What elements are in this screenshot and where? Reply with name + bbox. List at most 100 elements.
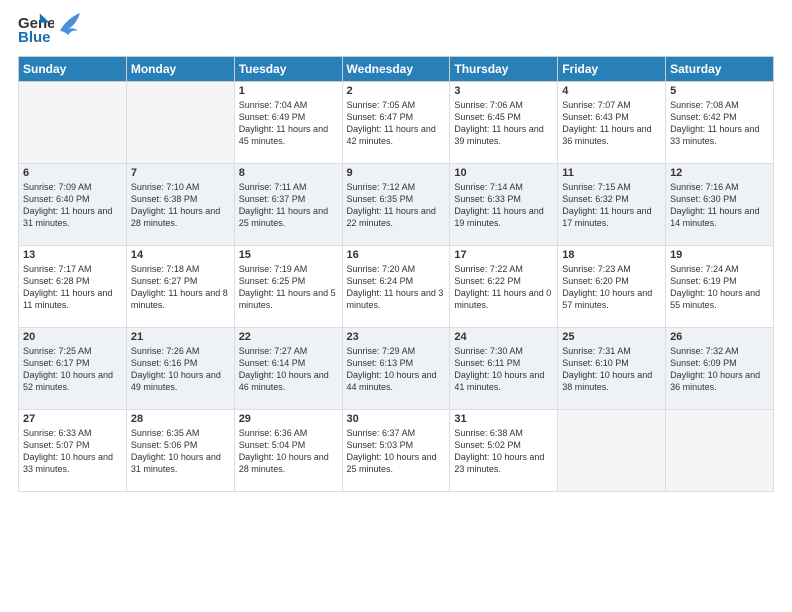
day-info: Sunrise: 7:07 AM Sunset: 6:43 PM Dayligh… [562, 99, 661, 148]
column-header-saturday: Saturday [666, 57, 774, 82]
day-info: Sunrise: 7:12 AM Sunset: 6:35 PM Dayligh… [347, 181, 446, 230]
day-info: Sunrise: 7:17 AM Sunset: 6:28 PM Dayligh… [23, 263, 122, 312]
calendar-wrapper: SundayMondayTuesdayWednesdayThursdayFrid… [0, 56, 792, 492]
calendar-day-cell: 31 Sunrise: 6:38 AM Sunset: 5:02 PM Dayli… [450, 410, 558, 492]
day-info: Sunrise: 7:30 AM Sunset: 6:11 PM Dayligh… [454, 345, 553, 394]
day-info: Sunrise: 7:27 AM Sunset: 6:14 PM Dayligh… [239, 345, 338, 394]
calendar-day-cell: 26 Sunrise: 7:32 AM Sunset: 6:09 PM Dayli… [666, 328, 774, 410]
column-header-tuesday: Tuesday [234, 57, 342, 82]
calendar-day-cell: 5 Sunrise: 7:08 AM Sunset: 6:42 PM Daylig… [666, 82, 774, 164]
day-number: 24 [454, 331, 553, 343]
day-info: Sunrise: 7:25 AM Sunset: 6:17 PM Dayligh… [23, 345, 122, 394]
calendar-day-cell: 23Sunrise: 7:29 AM Sunset: 6:13 PM Dayli… [342, 328, 450, 410]
day-number: 11 [562, 167, 661, 179]
day-info: Sunrise: 7:10 AM Sunset: 6:38 PM Dayligh… [131, 181, 230, 230]
calendar-day-cell: 17Sunrise: 7:22 AM Sunset: 6:22 PM Dayli… [450, 246, 558, 328]
calendar-day-cell [19, 82, 127, 164]
day-number: 5 [670, 85, 769, 97]
day-number: 19 [670, 249, 769, 261]
page: General Blue SundayMondayTuesdayWednesda… [0, 0, 792, 612]
calendar-day-cell [666, 410, 774, 492]
day-info: Sunrise: 7:14 AM Sunset: 6:33 PM Dayligh… [454, 181, 553, 230]
calendar-day-cell: 30 Sunrise: 6:37 AM Sunset: 5:03 PM Dayli… [342, 410, 450, 492]
calendar-day-cell: 3Sunrise: 7:06 AM Sunset: 6:45 PM Daylig… [450, 82, 558, 164]
day-info: Sunrise: 7:16 AM Sunset: 6:30 PM Dayligh… [670, 181, 769, 230]
day-number: 8 [239, 167, 338, 179]
calendar-day-cell: 2Sunrise: 7:05 AM Sunset: 6:47 PM Daylig… [342, 82, 450, 164]
calendar-day-cell: 24 Sunrise: 7:30 AM Sunset: 6:11 PM Dayli… [450, 328, 558, 410]
day-info: Sunrise: 7:29 AM Sunset: 6:13 PM Dayligh… [347, 345, 446, 394]
day-info: Sunrise: 7:05 AM Sunset: 6:47 PM Dayligh… [347, 99, 446, 148]
day-info: Sunrise: 6:36 AM Sunset: 5:04 PM Dayligh… [239, 427, 338, 476]
day-number: 10 [454, 167, 553, 179]
logo-bird-icon [58, 11, 80, 41]
calendar-day-cell: 9 Sunrise: 7:12 AM Sunset: 6:35 PM Daylig… [342, 164, 450, 246]
calendar-day-cell: 12 Sunrise: 7:16 AM Sunset: 6:30 PM Dayli… [666, 164, 774, 246]
calendar-table: SundayMondayTuesdayWednesdayThursdayFrid… [18, 56, 774, 492]
day-number: 30 [347, 413, 446, 425]
day-info: Sunrise: 7:22 AM Sunset: 6:22 PM Dayligh… [454, 263, 553, 312]
day-number: 21 [131, 331, 230, 343]
day-info: Sunrise: 7:31 AM Sunset: 6:10 PM Dayligh… [562, 345, 661, 394]
calendar-week-row: 20 Sunrise: 7:25 AM Sunset: 6:17 PM Dayli… [19, 328, 774, 410]
calendar-day-cell: 1Sunrise: 7:04 AM Sunset: 6:49 PM Daylig… [234, 82, 342, 164]
day-number: 1 [239, 85, 338, 97]
calendar-day-cell [558, 410, 666, 492]
column-header-monday: Monday [126, 57, 234, 82]
day-info: Sunrise: 7:15 AM Sunset: 6:32 PM Dayligh… [562, 181, 661, 230]
calendar-day-cell: 8Sunrise: 7:11 AM Sunset: 6:37 PM Daylig… [234, 164, 342, 246]
day-number: 9 [347, 167, 446, 179]
calendar-day-cell: 4 Sunrise: 7:07 AM Sunset: 6:43 PM Daylig… [558, 82, 666, 164]
calendar-day-cell: 14Sunrise: 7:18 AM Sunset: 6:27 PM Dayli… [126, 246, 234, 328]
day-info: Sunrise: 7:32 AM Sunset: 6:09 PM Dayligh… [670, 345, 769, 394]
header: General Blue [0, 0, 792, 56]
logo: General Blue [18, 12, 80, 48]
day-info: Sunrise: 6:37 AM Sunset: 5:03 PM Dayligh… [347, 427, 446, 476]
day-number: 26 [670, 331, 769, 343]
calendar-day-cell: 16 Sunrise: 7:20 AM Sunset: 6:24 PM Dayli… [342, 246, 450, 328]
day-number: 4 [562, 85, 661, 97]
day-number: 28 [131, 413, 230, 425]
day-number: 31 [454, 413, 553, 425]
calendar-week-row: 6 Sunrise: 7:09 AM Sunset: 6:40 PM Daylig… [19, 164, 774, 246]
day-number: 15 [239, 249, 338, 261]
day-number: 25 [562, 331, 661, 343]
day-info: Sunrise: 7:08 AM Sunset: 6:42 PM Dayligh… [670, 99, 769, 148]
calendar-day-cell: 7 Sunrise: 7:10 AM Sunset: 6:38 PM Daylig… [126, 164, 234, 246]
day-number: 13 [23, 249, 122, 261]
column-header-thursday: Thursday [450, 57, 558, 82]
day-number: 7 [131, 167, 230, 179]
calendar-week-row: 1Sunrise: 7:04 AM Sunset: 6:49 PM Daylig… [19, 82, 774, 164]
day-info: Sunrise: 7:18 AM Sunset: 6:27 PM Dayligh… [131, 263, 230, 312]
day-info: Sunrise: 6:33 AM Sunset: 5:07 PM Dayligh… [23, 427, 122, 476]
day-number: 6 [23, 167, 122, 179]
calendar-day-cell: 13 Sunrise: 7:17 AM Sunset: 6:28 PM Dayli… [19, 246, 127, 328]
calendar-week-row: 27 Sunrise: 6:33 AM Sunset: 5:07 PM Dayli… [19, 410, 774, 492]
calendar-day-cell: 18 Sunrise: 7:23 AM Sunset: 6:20 PM Dayli… [558, 246, 666, 328]
day-info: Sunrise: 7:09 AM Sunset: 6:40 PM Dayligh… [23, 181, 122, 230]
column-header-sunday: Sunday [19, 57, 127, 82]
calendar-week-row: 13 Sunrise: 7:17 AM Sunset: 6:28 PM Dayli… [19, 246, 774, 328]
day-number: 18 [562, 249, 661, 261]
day-info: Sunrise: 6:38 AM Sunset: 5:02 PM Dayligh… [454, 427, 553, 476]
day-info: Sunrise: 7:20 AM Sunset: 6:24 PM Dayligh… [347, 263, 446, 312]
day-number: 20 [23, 331, 122, 343]
column-header-wednesday: Wednesday [342, 57, 450, 82]
calendar-day-cell: 15Sunrise: 7:19 AM Sunset: 6:25 PM Dayli… [234, 246, 342, 328]
day-info: Sunrise: 7:26 AM Sunset: 6:16 PM Dayligh… [131, 345, 230, 394]
day-info: Sunrise: 6:35 AM Sunset: 5:06 PM Dayligh… [131, 427, 230, 476]
calendar-day-cell: 29 Sunrise: 6:36 AM Sunset: 5:04 PM Dayli… [234, 410, 342, 492]
calendar-day-cell: 22 Sunrise: 7:27 AM Sunset: 6:14 PM Dayli… [234, 328, 342, 410]
calendar-day-cell: 11 Sunrise: 7:15 AM Sunset: 6:32 PM Dayli… [558, 164, 666, 246]
day-number: 22 [239, 331, 338, 343]
day-number: 29 [239, 413, 338, 425]
calendar-day-cell: 10 Sunrise: 7:14 AM Sunset: 6:33 PM Dayli… [450, 164, 558, 246]
day-number: 16 [347, 249, 446, 261]
day-number: 27 [23, 413, 122, 425]
logo-icon: General Blue [18, 12, 54, 48]
calendar-day-cell: 25 Sunrise: 7:31 AM Sunset: 6:10 PM Dayli… [558, 328, 666, 410]
day-number: 12 [670, 167, 769, 179]
day-info: Sunrise: 7:23 AM Sunset: 6:20 PM Dayligh… [562, 263, 661, 312]
calendar-day-cell: 27 Sunrise: 6:33 AM Sunset: 5:07 PM Dayli… [19, 410, 127, 492]
calendar-day-cell: 21 Sunrise: 7:26 AM Sunset: 6:16 PM Dayli… [126, 328, 234, 410]
